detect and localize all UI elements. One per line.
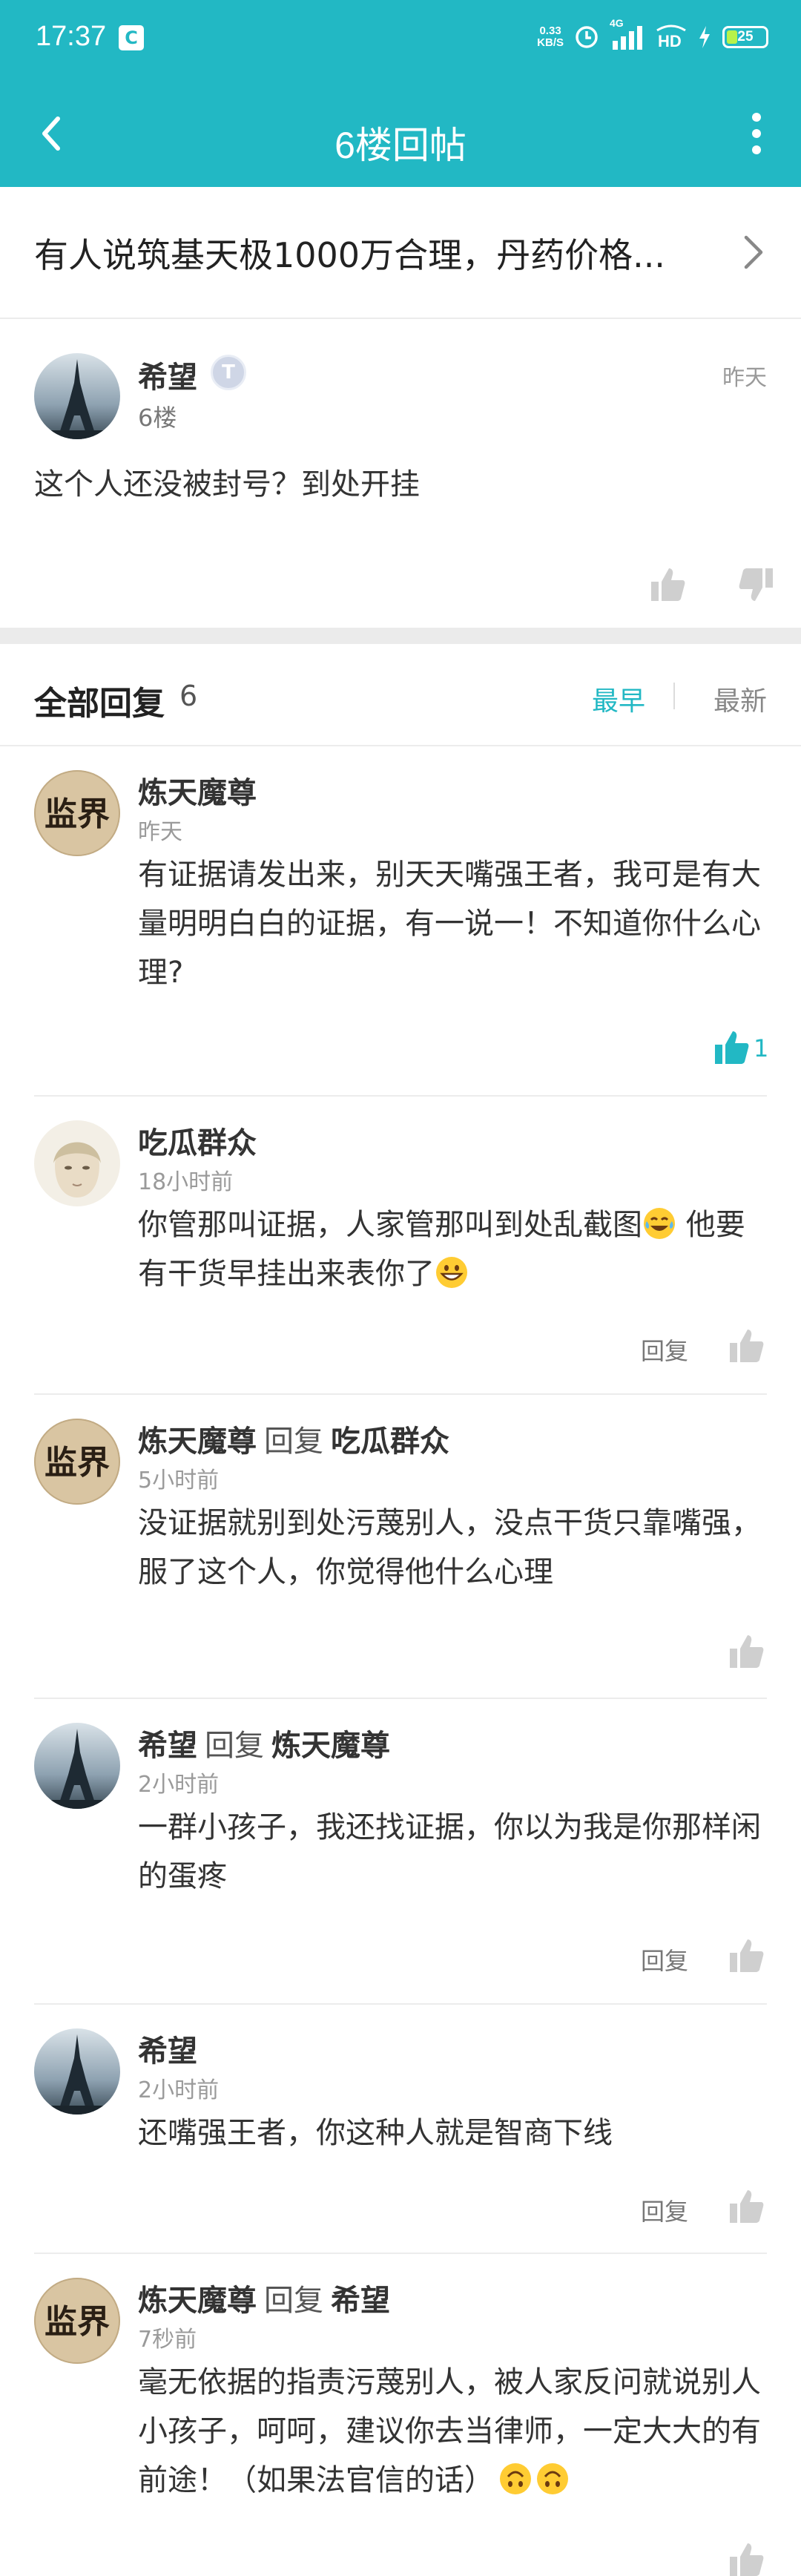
- app-header: 17:37 C 0.33 KB/S 4G HD 25 6楼回帖: [0, 0, 801, 187]
- more-vertical-icon[interactable]: [734, 107, 779, 160]
- calligraphy-avatar-image: 监界: [34, 1419, 120, 1505]
- thumbs-up-icon[interactable]: [648, 565, 687, 604]
- post-floor: 6楼: [138, 404, 177, 432]
- reply-author-line: 炼天魔尊 回复 吃瓜群众: [138, 1417, 449, 1460]
- reply-word: 回复: [264, 1425, 323, 1459]
- svg-text:监界: 监界: [44, 1444, 110, 1482]
- reply-content: 毫无依据的指责污蔑别人，被人家反问就说别人小孩子，呵呵，建议你去当律师，一定大大…: [138, 2365, 761, 2497]
- page-title: 6楼回帖: [334, 125, 467, 166]
- laughing-tears-emoji-icon: [644, 1208, 675, 1239]
- reply-time: 2小时前: [138, 2077, 220, 2103]
- avatar[interactable]: 监界: [34, 2278, 120, 2364]
- sort-separator: [673, 683, 675, 709]
- reply-item: 希望 2小时前 还嘴强王者，你这种人就是智商下线 回复: [0, 2005, 801, 2254]
- reply-author[interactable]: 炼天魔尊: [138, 1425, 257, 1459]
- reply-item: 吃瓜群众 18小时前 你管那叫证据，人家管那叫到处乱截图 他要有干货早挂出来表你…: [0, 1097, 801, 1395]
- reply-content: 有证据请发出来，别天天嘴强王者，我可是有大量明明白白的证据，有一说一！不知道你什…: [138, 858, 761, 990]
- avatar[interactable]: [34, 353, 120, 439]
- chevron-right-icon: [744, 235, 763, 269]
- reply-content: 还嘴强王者，你这种人就是智商下线: [138, 2116, 613, 2150]
- reply-time: 5小时前: [138, 1468, 220, 1494]
- section-divider: [0, 628, 801, 644]
- calligraphy-avatar-image: 监界: [34, 770, 120, 856]
- sort-earliest-tab[interactable]: 最早: [592, 680, 645, 718]
- status-time: 17:37: [36, 21, 107, 52]
- thumbs-up-icon[interactable]: [727, 2187, 765, 2226]
- svg-text:监界: 监界: [44, 2303, 110, 2341]
- thumbs-down-icon[interactable]: [737, 565, 776, 604]
- reply-button[interactable]: 回复: [641, 1333, 688, 1367]
- reply-author-line: 希望 回复 炼天魔尊: [138, 1721, 390, 1764]
- post-author[interactable]: 希望: [138, 353, 197, 396]
- thread-title-link[interactable]: 有人说筑基天极1000万合理，丹药价格...: [0, 187, 801, 319]
- avatar[interactable]: [34, 2028, 120, 2115]
- like-count: 1: [754, 1034, 769, 1062]
- net-speed: 0.33 KB/S: [537, 24, 564, 49]
- app-notification-icon: C: [119, 25, 144, 50]
- status-icons: 0.33 KB/S 4G HD 25: [537, 17, 768, 55]
- hd-icon: HD: [656, 24, 687, 50]
- calligraphy-avatar-image: 监界: [34, 2278, 120, 2364]
- avatar[interactable]: [34, 1120, 120, 1206]
- eiffel-avatar-image: [34, 1723, 120, 1809]
- thumbs-up-icon[interactable]: [727, 1632, 765, 1671]
- reply-item: 监界 炼天魔尊 回复 吃瓜群众 5小时前 没证据就别到处污蔑别人，没点干货只靠嘴强，…: [0, 1395, 801, 1699]
- avatar[interactable]: [34, 1723, 120, 1809]
- reply-author-line: 炼天魔尊 回复 希望: [138, 2276, 390, 2319]
- floor-post: 希望 T 6楼 昨天 这个人还没被封号？到处开挂: [0, 321, 801, 626]
- reply-time: 昨天: [138, 819, 182, 845]
- reply-content: 你管那叫证据，人家管那叫到处乱截图 他要有干货早挂出来表你了: [138, 1208, 745, 1291]
- reply-to-user[interactable]: 炼天魔尊: [271, 1729, 390, 1763]
- upside-down-face-emoji-icon: [537, 2463, 568, 2494]
- reply-time: 2小时前: [138, 1772, 220, 1798]
- battery-icon: 25: [722, 26, 768, 48]
- eiffel-avatar-image: [34, 2028, 120, 2115]
- avatar[interactable]: 监界: [34, 1419, 120, 1505]
- reply-word: 回复: [205, 1729, 264, 1763]
- reply-author[interactable]: 炼天魔尊: [138, 769, 257, 812]
- avatar[interactable]: 监界: [34, 770, 120, 856]
- svg-text:监界: 监界: [44, 795, 110, 833]
- charging-icon: [699, 26, 710, 48]
- level-badge: T: [211, 355, 246, 390]
- reply-button[interactable]: 回复: [641, 1942, 688, 1977]
- signal-icon: 4G: [610, 17, 645, 50]
- replies-count: 6: [179, 680, 198, 712]
- thumbs-up-icon[interactable]: [727, 1327, 765, 1365]
- reply-button[interactable]: 回复: [641, 2193, 688, 2227]
- upside-down-face-emoji-icon: [500, 2463, 531, 2494]
- reply-author[interactable]: 吃瓜群众: [138, 1119, 257, 1162]
- reply-author[interactable]: 希望: [138, 2027, 197, 2070]
- post-time: 昨天: [722, 365, 767, 391]
- reply-content: 没证据就别到处污蔑别人，没点干货只靠嘴强，服了这个人，你觉得他什么心理: [138, 1506, 761, 1589]
- replies-header: 全部回复 6 最早 最新: [0, 644, 801, 746]
- replies-title: 全部回复: [34, 685, 165, 723]
- nav-bar: 6楼回帖: [0, 80, 801, 187]
- reply-item: 希望 回复 炼天魔尊 2小时前 一群小孩子，我还找证据，你以为我是你那样闲的蛋疼 回…: [0, 1699, 801, 2003]
- thread-title: 有人说筑基天极1000万合理，丹药价格...: [34, 235, 665, 275]
- reply-to-user[interactable]: 希望: [331, 2284, 390, 2318]
- reply-item: 监界 炼天魔尊 回复 希望 7秒前 毫无依据的指责污蔑别人，被人家反问就说别人小孩子…: [0, 2254, 801, 2576]
- reply-time: 18小时前: [138, 1169, 234, 1195]
- reply-item: 监界 炼天魔尊 昨天 有证据请发出来，别天天嘴强王者，我可是有大量明明白白的证据…: [0, 746, 801, 1097]
- alarm-icon: [576, 26, 598, 48]
- reply-author[interactable]: 炼天魔尊: [138, 2284, 257, 2318]
- reply-time: 7秒前: [138, 2327, 197, 2353]
- post-content: 这个人还没被封号？到处开挂: [34, 467, 420, 502]
- reply-content: 一群小孩子，我还找证据，你以为我是你那样闲的蛋疼: [138, 1810, 761, 1893]
- reply-word: 回复: [264, 2284, 323, 2318]
- portrait-avatar-image: [34, 1120, 120, 1206]
- reply-author[interactable]: 希望: [138, 1729, 197, 1763]
- status-bar: 17:37 C 0.33 KB/S 4G HD 25: [0, 0, 801, 80]
- reply-to-user[interactable]: 吃瓜群众: [331, 1425, 449, 1459]
- eiffel-avatar-image: [34, 353, 120, 439]
- grinning-emoji-icon: [436, 1257, 467, 1288]
- thumbs-up-icon[interactable]: [727, 2540, 765, 2576]
- thumbs-up-icon[interactable]: [727, 1936, 765, 1975]
- sort-latest-tab[interactable]: 最新: [713, 680, 767, 718]
- thumbs-up-icon[interactable]: [712, 1028, 751, 1067]
